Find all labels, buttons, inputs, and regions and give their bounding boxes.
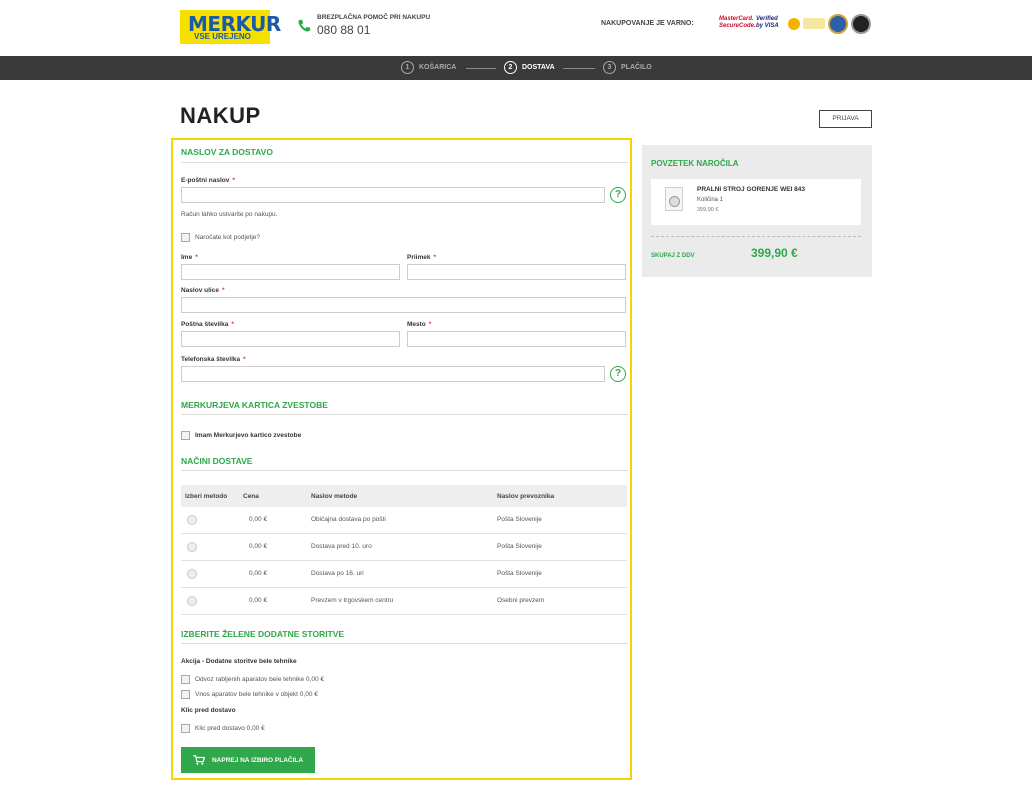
column-price: Cena [243, 493, 259, 500]
city-label: Mesto * [407, 321, 432, 328]
product-name: PRALNI STROJ GORENJE WEI 843 [697, 186, 805, 193]
logo-tagline: VSE UREJENO [194, 32, 251, 41]
delivery-price: 0,00 € [249, 543, 268, 550]
delivery-method-name: Običajna dostava po pošti [311, 516, 386, 523]
continue-button-label: NAPREJ NA IZBIRO PLAČILA [211, 756, 304, 764]
loyalty-card-heading: MERKURJEVA KARTICA ZVESTOBE [181, 400, 328, 410]
postcode-field[interactable] [181, 331, 400, 347]
summary-product-item[interactable]: PRALNI STROJ GORENJE WEI 843 Količina 1 … [651, 179, 861, 225]
appliance-services-title: Akcija - Dodatne storitve bele tehnike [181, 658, 297, 665]
column-carrier: Naslov prevoznika [497, 493, 555, 500]
checkout-form: NASLOV ZA DOSTAVO E-poštni naslov * ? Rač… [171, 138, 632, 780]
loyalty-card-checkbox-label: Imam Merkurjevo kartico zvestobe [195, 432, 302, 439]
email-field[interactable] [181, 187, 605, 203]
product-price: 399,90 € [697, 207, 719, 213]
delivery-methods-heading: NAČINI DOSTAVE [181, 456, 253, 466]
account-note: Račun lahko ustvarite po nakupu. [181, 211, 278, 218]
old-appliance-removal-label: Odvoz rabljenih aparatov bele tehnike 0,… [195, 676, 325, 683]
order-summary: POVZETEK NAROČILA PRALNI STROJ GORENJE W… [642, 145, 872, 277]
company-checkbox[interactable] [181, 233, 190, 242]
divider [651, 236, 861, 237]
loyalty-card-checkbox[interactable] [181, 431, 190, 440]
appliance-carry-in-label: Vnos aparatov bele tehnike v objekt 0,00… [195, 691, 318, 698]
step-divider [563, 68, 595, 69]
delivery-carrier: Pošta Slovenije [497, 543, 542, 550]
email-help-icon[interactable]: ? [610, 187, 626, 203]
award-badge-icon [851, 14, 871, 34]
trust-check-icon [788, 18, 800, 30]
first-name-field[interactable] [181, 264, 400, 280]
trust-seal-icon [803, 18, 825, 29]
mastercard-securecode-logo: MasterCard. SecureCode. [719, 16, 756, 29]
delivery-method-row[interactable]: 0,00 € Dostava pred 10. uro Pošta Sloven… [181, 534, 627, 561]
divider [181, 470, 628, 471]
street-field[interactable] [181, 297, 626, 313]
delivery-method-name: Dostava pred 10. uro [311, 543, 372, 550]
login-button[interactable]: PRIJAVA [819, 110, 872, 128]
company-checkbox-label: Naročate kot podjetje? [195, 234, 261, 241]
step-divider [466, 68, 496, 69]
delivery-method-name: Prevzem v trgovskem centru [311, 597, 394, 604]
phone-label: Telefonska številka * [181, 356, 246, 363]
total-label: SKUPAJ Z DDV [651, 253, 695, 259]
email-label: E-poštni naslov * [181, 177, 235, 184]
help-phone-number[interactable]: 080 88 01 [317, 23, 370, 37]
step-delivery[interactable]: 2 DOSTAVA [504, 61, 555, 74]
street-label: Naslov ulice * [181, 287, 225, 294]
delivery-price: 0,00 € [249, 597, 268, 604]
extra-services-heading: IZBERITE ŽELENE DODATNE STORITVE [181, 629, 345, 639]
phone-help-icon[interactable]: ? [610, 366, 626, 382]
delivery-method-row[interactable]: 0,00 € Običajna dostava po pošti Pošta S… [181, 507, 627, 534]
delivery-method-radio[interactable] [187, 542, 197, 552]
total-value: 399,90 € [751, 246, 798, 260]
product-quantity: Količina 1 [697, 197, 724, 203]
first-name-label: Ime * [181, 254, 198, 261]
step-cart[interactable]: 1 KOŠARICA [401, 61, 456, 74]
city-field[interactable] [407, 331, 626, 347]
step-payment[interactable]: 3 PLAČILO [603, 61, 652, 74]
shipping-address-heading: NASLOV ZA DOSTAVO [181, 147, 273, 157]
call-before-delivery-checkbox[interactable] [181, 724, 190, 733]
secure-shopping-label: NAKUPOVANJE JE VARNO: [601, 20, 694, 27]
delivery-carrier: Pošta Slovenije [497, 516, 542, 523]
delivery-price: 0,00 € [249, 570, 268, 577]
appliance-carry-in-checkbox[interactable] [181, 690, 190, 699]
delivery-table-header: Izberi metodo Cena Naslov metode Naslov … [181, 485, 627, 507]
delivery-method-radio[interactable] [187, 515, 197, 525]
order-summary-heading: POVZETEK NAROČILA [651, 159, 739, 168]
delivery-method-row[interactable]: 0,00 € Prevzem v trgovskem centru Osebni… [181, 588, 627, 615]
verified-by-visa-logo: Verified by VISA [756, 16, 779, 29]
merkur-logo[interactable]: MERKUR VSE UREJENO [180, 10, 281, 44]
phone-icon [298, 19, 311, 32]
postcode-label: Poštna številka * [181, 321, 234, 328]
last-name-label: Priimek * [407, 254, 437, 261]
help-label: BREZPLAČNA POMOČ PRI NAKUPU [317, 14, 431, 21]
divider [181, 414, 628, 415]
delivery-method-name: Dostava po 16. uri [311, 570, 364, 577]
old-appliance-removal-checkbox[interactable] [181, 675, 190, 684]
continue-to-payment-button[interactable]: NAPREJ NA IZBIRO PLAČILA [181, 747, 315, 773]
last-name-field[interactable] [407, 264, 626, 280]
delivery-carrier: Osebni prevzem [497, 597, 545, 604]
page-title: NAKUP [180, 103, 261, 128]
call-before-delivery-label: Klic pred dostavo 0,00 € [195, 725, 265, 732]
cart-icon [193, 755, 205, 765]
checkout-steps-bar: 1 KOŠARICA 2 DOSTAVA 3 PLAČILO [0, 56, 1032, 80]
delivery-carrier: Pošta Slovenije [497, 570, 542, 577]
delivery-method-row[interactable]: 0,00 € Dostava po 16. uri Pošta Slovenij… [181, 561, 627, 588]
delivery-price: 0,00 € [249, 516, 268, 523]
delivery-method-radio[interactable] [187, 569, 197, 579]
column-method-name: Naslov metode [311, 493, 358, 500]
column-select-method: Izberi metodo [185, 493, 228, 500]
certificate-badge-icon [828, 14, 848, 34]
delivery-method-radio[interactable] [187, 596, 197, 606]
divider [181, 162, 628, 163]
divider [181, 643, 628, 644]
washing-machine-icon [665, 187, 683, 211]
call-before-delivery-title: Klic pred dostavo [181, 707, 236, 714]
phone-field[interactable] [181, 366, 605, 382]
